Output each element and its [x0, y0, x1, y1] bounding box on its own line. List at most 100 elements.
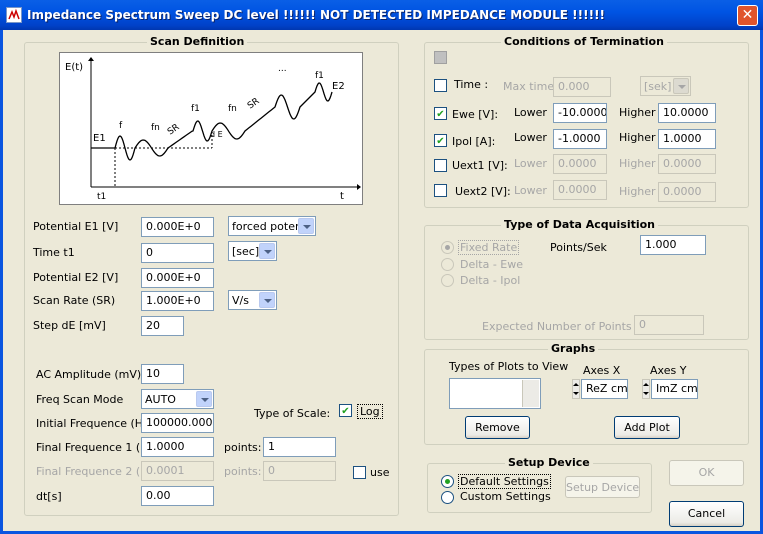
diagram-f1-label: f1 [191, 104, 200, 114]
default-settings-radio[interactable] [441, 475, 454, 488]
scan-diagram: E(t) t t1 E1 E2 f fn SR f1 d E fn SR ...… [59, 52, 363, 205]
termination-master-checkbox[interactable] [434, 51, 447, 64]
ac-amplitude-label: AC Amplitude (mV) [36, 368, 142, 381]
freq-scan-mode-value: AUTO [145, 393, 176, 406]
uext1-higher-label: Higher [619, 157, 656, 170]
delta-ewe-label: Delta - Ewe [460, 258, 524, 271]
potential-mode-value: forced potential [232, 220, 298, 233]
ipol-higher-input[interactable]: 1.0000 [658, 129, 716, 149]
potential-e1-input[interactable]: 0.000E+0 [141, 217, 214, 237]
ipol-label: Ipol [A]: [452, 135, 496, 148]
ipol-higher-label: Higher [619, 131, 656, 144]
ewe-lower-input[interactable]: -10.0000 [553, 103, 607, 123]
diagram-f-label: f [119, 121, 123, 131]
points-per-sec-label: Points/Sek [550, 241, 607, 254]
axes-x-input[interactable]: ReZ cm2 [581, 379, 628, 399]
plot-types-list[interactable] [449, 378, 541, 409]
setup-device-title: Setup Device [505, 456, 593, 469]
time-unit-select[interactable]: [sec] [228, 241, 277, 261]
app-icon [6, 7, 22, 23]
freq-scan-mode-select[interactable]: AUTO [141, 389, 214, 409]
max-time-unit-select: [sek] [640, 76, 691, 96]
ewe-termination-checkbox[interactable] [434, 107, 447, 120]
time-termination-checkbox[interactable] [434, 79, 447, 92]
use-freq2-checkbox[interactable] [353, 466, 366, 479]
cancel-button[interactable]: Cancel [669, 501, 744, 527]
axes-y-input[interactable]: ImZ cm2 [651, 379, 698, 399]
setup-device-button: Setup Device [565, 476, 640, 498]
axes-x-spinner[interactable] [572, 379, 580, 399]
diagram-fn-label-2: fn [228, 104, 237, 114]
max-time-unit-value: [sek] [644, 80, 672, 93]
uext1-label: Uext1 [V]: [452, 159, 508, 172]
diagram-de-label: d E [210, 130, 223, 139]
ewe-higher-input[interactable]: 10.0000 [658, 103, 716, 123]
uext2-lower-label: Lower [514, 184, 547, 197]
graphs-title: Graphs [548, 342, 599, 355]
ipol-lower-label: Lower [514, 131, 547, 144]
scan-rate-label: Scan Rate (SR) [33, 294, 116, 307]
delta-ewe-radio [441, 258, 454, 271]
scan-rate-input[interactable]: 1.000E+0 [141, 291, 214, 311]
uext1-termination-checkbox[interactable] [434, 159, 447, 172]
chevron-down-icon[interactable] [196, 391, 212, 407]
uext2-label: Uext2 [V]: [455, 185, 511, 198]
uext1-lower-input: 0.0000 [553, 154, 607, 174]
termination-title: Conditions of Termination [501, 35, 667, 48]
chevron-down-icon[interactable] [259, 292, 275, 308]
delta-ipol-radio [441, 274, 454, 287]
diagram-sr-label-2: SR [246, 96, 262, 111]
potential-mode-select[interactable]: forced potential [228, 216, 316, 236]
dt-input[interactable]: 0.00 [141, 486, 214, 506]
chevron-down-icon[interactable] [298, 218, 314, 234]
scan-rate-unit-select[interactable]: V/s [228, 290, 277, 310]
expected-points-label: Expected Number of Points [482, 320, 632, 333]
acquisition-title: Type of Data Acquisition [501, 218, 659, 231]
log-scale-label: Log [357, 404, 383, 419]
list-scrollbar[interactable] [522, 380, 539, 407]
custom-settings-label: Custom Settings [460, 490, 551, 503]
log-scale-checkbox[interactable] [339, 404, 352, 417]
delta-ipol-label: Delta - Ipol [460, 274, 521, 287]
chevron-down-icon[interactable] [259, 243, 275, 259]
window-title: Impedance Spectrum Sweep DC level !!!!!!… [27, 8, 606, 22]
final-freq1-points-label: points: [224, 441, 262, 454]
max-time-input: 0.000 [553, 77, 611, 97]
ewe-label: Ewe [V]: [452, 108, 499, 121]
diagram-x-label: t [340, 191, 344, 202]
points-per-sec-input[interactable]: 1.000 [640, 235, 706, 255]
uext2-lower-input: 0.0000 [553, 180, 607, 200]
expected-points-input: 0 [634, 315, 704, 335]
final-freq1-points-input[interactable]: 1 [263, 437, 336, 457]
diagram-e1-label: E1 [93, 133, 106, 144]
diagram-y-label: E(t) [65, 62, 83, 73]
default-settings-label: Default Settings [458, 474, 551, 489]
final-freq1-input[interactable]: 1.0000 [141, 437, 214, 457]
time-unit-value: [sec] [232, 245, 260, 258]
step-de-input[interactable]: 20 [141, 316, 184, 336]
diagram-t1-label: t1 [97, 192, 106, 202]
uext1-higher-input: 0.0000 [658, 154, 716, 174]
axes-y-spinner[interactable] [642, 379, 650, 399]
ipol-lower-input[interactable]: -1.0000 [553, 129, 607, 149]
initial-freq-input[interactable]: 100000.0000 [141, 413, 214, 433]
custom-settings-radio[interactable] [441, 491, 454, 504]
uext2-higher-label: Higher [619, 185, 656, 198]
time-t1-label: Time t1 [33, 246, 75, 259]
step-de-label: Step dE [mV] [33, 319, 106, 332]
potential-e1-label: Potential E1 [V] [33, 220, 119, 233]
ac-amplitude-input[interactable]: 10 [141, 364, 184, 384]
initial-freq-label: Initial Frequence (Hz) [36, 417, 154, 430]
ewe-lower-label: Lower [514, 106, 547, 119]
close-button[interactable]: ✕ [737, 5, 758, 26]
potential-e2-input[interactable]: 0.000E+0 [141, 268, 214, 288]
use-freq2-label: use [370, 466, 390, 479]
add-plot-button[interactable]: Add Plot [614, 416, 680, 439]
diagram-dots-label: ... [278, 64, 287, 74]
uext2-higher-input: 0.0000 [658, 182, 716, 202]
remove-plot-button[interactable]: Remove [465, 416, 530, 439]
time-t1-input[interactable]: 0 [141, 243, 214, 263]
ipol-termination-checkbox[interactable] [434, 134, 447, 147]
uext2-termination-checkbox[interactable] [434, 184, 447, 197]
fixed-rate-label: Fixed Rate [458, 240, 520, 255]
